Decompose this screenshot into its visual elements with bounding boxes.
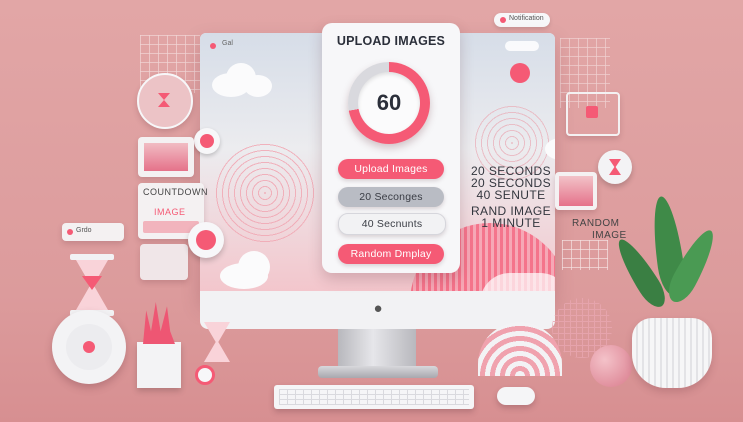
countdown-image-label: IMAGE bbox=[154, 207, 186, 217]
plant-vase bbox=[632, 318, 712, 388]
keypad-grid bbox=[562, 240, 608, 270]
hourglass-sand bbox=[82, 276, 102, 290]
interval-40-button[interactable]: 40 Secnunts bbox=[338, 213, 446, 235]
keyboard[interactable] bbox=[274, 385, 474, 409]
hourglass-icon bbox=[158, 93, 170, 107]
alarm-clock-center bbox=[83, 341, 95, 353]
monitor-stand bbox=[338, 329, 416, 369]
notification-label: Notification bbox=[509, 15, 544, 22]
window-tab-label: Gal bbox=[222, 40, 233, 47]
pink-plant bbox=[143, 302, 175, 344]
orb-dot bbox=[196, 230, 216, 250]
deco-frame-card bbox=[566, 92, 620, 136]
random-label: RANDOM bbox=[572, 218, 620, 229]
window-pill bbox=[505, 41, 539, 51]
deco-concentric-left bbox=[215, 143, 315, 243]
deco-pink-orb bbox=[188, 222, 224, 258]
hourglass-top-cap bbox=[70, 254, 114, 260]
interval-20-button[interactable]: 20 Seconges bbox=[338, 187, 444, 207]
cloud bbox=[510, 63, 530, 83]
option-40-minute[interactable]: 40 SENUTE bbox=[466, 188, 556, 202]
countdown-label: COUNTDOWN bbox=[143, 187, 208, 197]
hourglass-icon bbox=[70, 254, 114, 316]
monitor-stand-base bbox=[318, 366, 438, 378]
notification-pill[interactable]: Notification bbox=[494, 13, 550, 27]
landscape-thumbnail bbox=[559, 176, 593, 206]
option-1-minute[interactable]: 1 MINUTE bbox=[466, 216, 556, 230]
image-thumbnail-card bbox=[138, 137, 194, 177]
plant-leaves bbox=[611, 194, 725, 326]
window-dot-red bbox=[210, 43, 216, 49]
pink-plant-box bbox=[137, 302, 181, 388]
keyboard-keys bbox=[279, 389, 469, 405]
hourglass-badge-icon bbox=[598, 150, 632, 184]
upload-images-button[interactable]: Upload Images bbox=[338, 159, 444, 179]
small-card-dot bbox=[67, 229, 73, 235]
record-icon bbox=[200, 134, 214, 148]
alarm-clock-icon bbox=[52, 310, 126, 384]
upload-panel bbox=[322, 23, 460, 273]
hourglass-badge-glyph bbox=[609, 159, 621, 175]
panel-title: UPLOAD IMAGES bbox=[336, 34, 446, 48]
cloud bbox=[238, 251, 270, 283]
deco-pink-sphere bbox=[590, 345, 632, 387]
landscape-thumbnail-card bbox=[555, 172, 597, 210]
deco-timer-circle bbox=[137, 73, 193, 129]
notification-dot bbox=[500, 17, 506, 23]
deco-red-badge bbox=[194, 128, 220, 154]
small-hourglass-icon bbox=[204, 322, 230, 362]
deco-arches bbox=[478, 322, 562, 376]
countdown-timer-value: 60 bbox=[358, 72, 420, 134]
mouse[interactable] bbox=[497, 387, 535, 405]
cloud bbox=[244, 75, 272, 97]
apple-logo-icon: ● bbox=[373, 300, 383, 317]
small-info-card: Grdo bbox=[62, 223, 124, 241]
grid-calendar-card bbox=[140, 244, 188, 280]
deco-target-icon bbox=[195, 365, 215, 385]
small-card-label: Grdo bbox=[76, 227, 92, 234]
deco-frame-dot bbox=[586, 106, 598, 118]
image-thumbnail bbox=[144, 143, 188, 171]
alarm-clock-face bbox=[66, 324, 112, 370]
random-display-button[interactable]: Random Dmplay bbox=[338, 244, 444, 264]
